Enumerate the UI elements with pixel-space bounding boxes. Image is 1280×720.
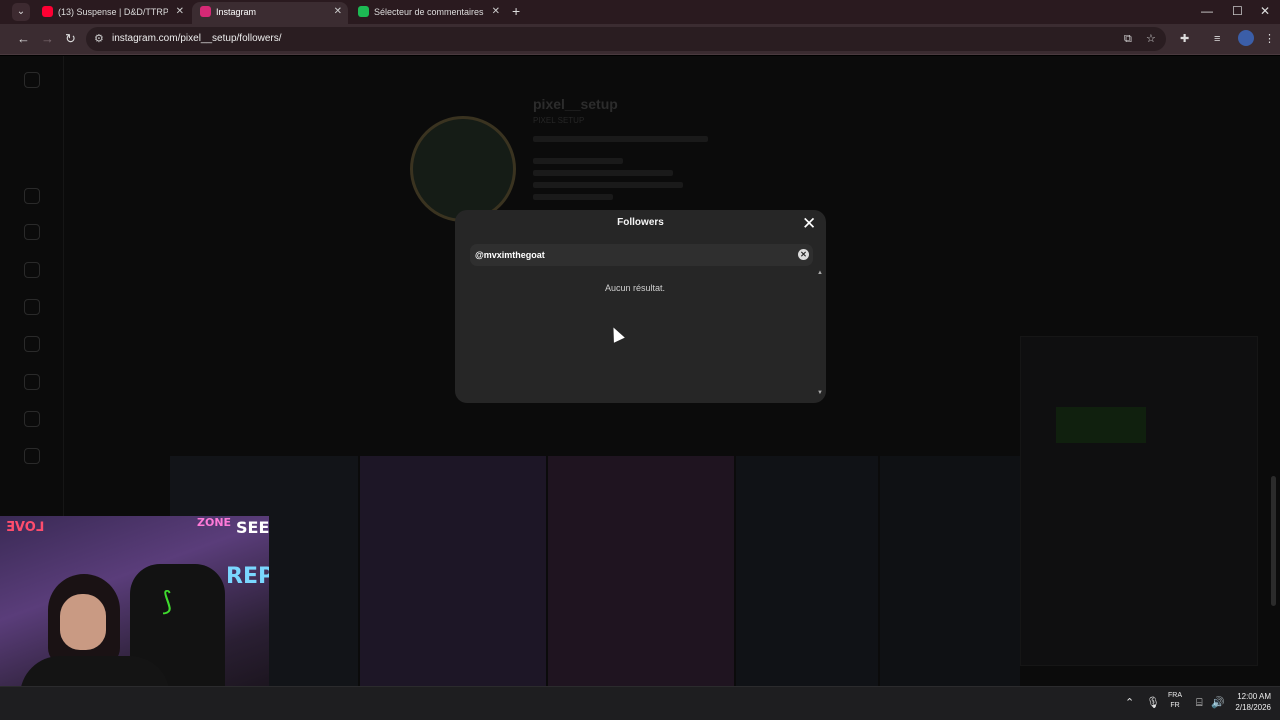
post-thumbnail[interactable] (736, 456, 878, 686)
url-text: instagram.com/pixel__setup/followers/ (112, 33, 282, 44)
windows-taskbar: ⌃ 🎙 FRA FR ⌸ 🔊 12:00 AM 2/18/2026 (0, 686, 1280, 720)
tab-youtube[interactable]: (13) Suspense | D&D/TTRPG M ✕ (34, 2, 190, 24)
menu-icon[interactable]: ⋮ (1264, 32, 1275, 46)
profile-username: pixel__setup (533, 96, 618, 112)
profile-avatar-button[interactable] (1238, 30, 1254, 46)
profile-picture[interactable] (410, 116, 516, 222)
language-code: FRA (1168, 692, 1182, 699)
window-close-button[interactable]: ✕ (1260, 3, 1270, 19)
create-icon[interactable] (24, 411, 40, 427)
post-thumbnail[interactable] (548, 456, 734, 686)
clock-date: 2/18/2026 (1235, 703, 1271, 712)
followers-search-input[interactable] (475, 244, 775, 266)
clear-search-icon[interactable]: ✕ (798, 249, 809, 260)
posts-grid (170, 456, 1020, 686)
streamer-face (60, 594, 106, 650)
bio-line (533, 170, 673, 176)
extensions-icon[interactable]: ✚ (1180, 32, 1189, 46)
install-app-icon[interactable]: ⧉ (1124, 32, 1132, 46)
neon-sign: REPE (226, 564, 269, 589)
profile-stats (533, 136, 708, 142)
razer-logo-icon: ⟆ (162, 586, 173, 616)
show-hidden-icons-icon[interactable]: ⌃ (1125, 696, 1134, 710)
post-thumbnail[interactable] (880, 456, 1020, 686)
network-icon[interactable]: ⌸ (1196, 696, 1203, 710)
forward-button[interactable]: → (41, 31, 54, 47)
no-results-message: Aucun résultat. (604, 283, 666, 293)
dashboard-icon[interactable] (24, 448, 40, 464)
tab-strip: ⌄ (13) Suspense | D&D/TTRPG M ✕ Instagra… (0, 0, 1280, 24)
address-bar[interactable]: ⚙ instagram.com/pixel__setup/followers/ (86, 27, 1166, 51)
language-indicator[interactable]: FRA FR (1168, 691, 1182, 711)
volume-icon[interactable]: 🔊 (1211, 696, 1225, 710)
back-button[interactable]: ← (17, 31, 30, 47)
tab-search-button[interactable]: ⌄ (12, 3, 30, 21)
followers-search-box: ✕ (470, 244, 813, 266)
minimize-button[interactable]: — (1201, 3, 1213, 19)
bio-line (533, 182, 683, 188)
tab-title: (13) Suspense | D&D/TTRPG M (58, 7, 168, 17)
close-icon[interactable]: ✕ (176, 2, 184, 22)
media-controls-icon[interactable]: ≡ (1214, 32, 1220, 46)
home-icon[interactable] (24, 188, 40, 204)
video-thumbnail[interactable] (1056, 407, 1146, 443)
notifications-icon[interactable] (24, 374, 40, 390)
messages-icon[interactable] (24, 262, 40, 278)
tab-title: Sélecteur de commentaires Inst (374, 7, 484, 17)
reload-button[interactable]: ↻ (65, 31, 76, 47)
page-scrollbar[interactable] (1270, 56, 1278, 686)
reels-icon[interactable] (24, 224, 40, 240)
explore-icon[interactable] (24, 336, 40, 352)
post-thumbnail[interactable] (360, 456, 546, 686)
bio-line (533, 194, 613, 200)
system-clock[interactable]: 12:00 AM 2/18/2026 (1228, 691, 1271, 713)
dialog-scrollbar[interactable]: ▲ ▼ (817, 270, 823, 400)
profile-display-name: PIXEL SETUP (533, 116, 585, 125)
dialog-title: Followers (617, 217, 664, 228)
scroll-down-arrow-icon[interactable]: ▼ (817, 390, 823, 396)
neon-sign: ƎVO⅃ (6, 520, 45, 535)
tab-title: Instagram (216, 7, 257, 17)
scrollbar-thumb[interactable] (1271, 476, 1276, 606)
bookmark-star-icon[interactable]: ☆ (1146, 32, 1156, 46)
search-icon[interactable] (24, 299, 40, 315)
keyboard-layout: FR (1170, 702, 1180, 709)
new-tab-button[interactable]: + (512, 3, 520, 19)
comment-picker-icon (358, 6, 369, 17)
youtube-icon (42, 6, 53, 17)
microphone-icon[interactable]: 🎙 (1146, 696, 1160, 710)
site-info-icon[interactable]: ⚙ (94, 32, 104, 45)
browser-toolbar: ← → ↻ ⚙ instagram.com/pixel__setup/follo… (0, 24, 1280, 55)
neon-sign: SEE (236, 518, 269, 537)
followers-dialog: Followers ✕ ✕ Aucun résultat. ▲ ▼ (455, 210, 826, 403)
close-icon[interactable]: ✕ (492, 2, 500, 22)
close-icon[interactable]: ✕ (334, 2, 342, 22)
side-video-panel (1020, 336, 1258, 666)
bio-line (533, 158, 623, 164)
maximize-button[interactable]: ☐ (1232, 3, 1243, 19)
neon-sign: ZONE (197, 516, 232, 529)
tab-instagram[interactable]: Instagram ✕ (192, 2, 348, 24)
instagram-logo-icon[interactable] (24, 72, 40, 88)
close-dialog-button[interactable]: ✕ (802, 213, 816, 235)
tab-comment-picker[interactable]: Sélecteur de commentaires Inst ✕ (350, 2, 506, 24)
clock-time: 12:00 AM (1237, 692, 1271, 701)
scroll-up-arrow-icon[interactable]: ▲ (817, 270, 823, 276)
instagram-icon (200, 6, 211, 17)
